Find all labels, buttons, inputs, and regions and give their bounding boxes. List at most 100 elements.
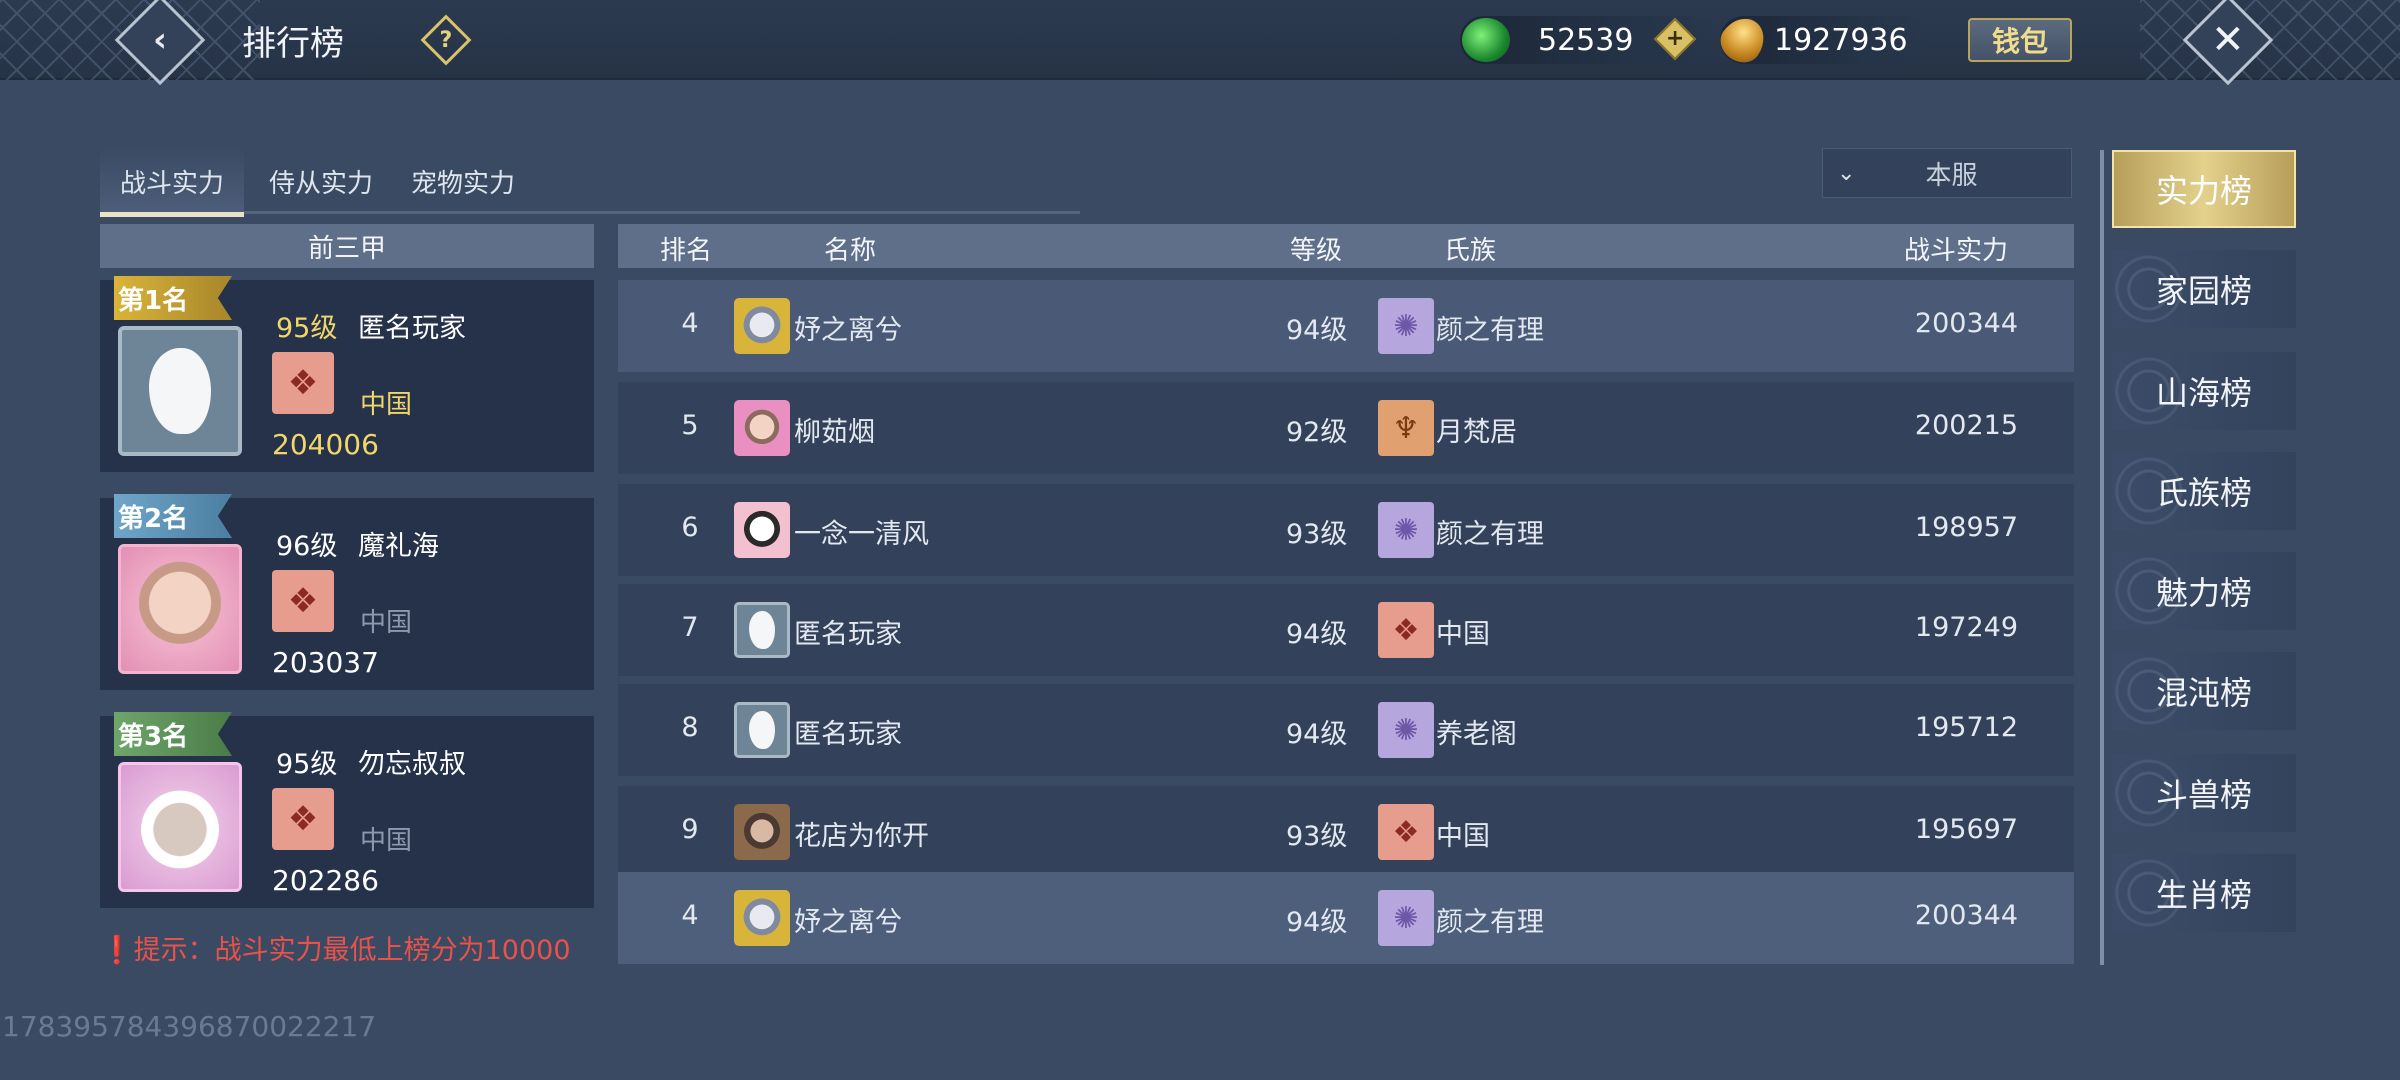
jade-icon	[1462, 18, 1510, 62]
wallet-button[interactable]: 钱包	[1968, 18, 2072, 62]
category-beast[interactable]: 斗兽榜	[2112, 754, 2296, 832]
row-clan: 月梵居	[1436, 417, 1517, 448]
table-row[interactable]: 7 匿名玩家 94级 ❖ 中国 197249	[618, 584, 2074, 676]
card-clan: 中国	[360, 826, 413, 856]
gold-ingot-icon	[1713, 9, 1773, 71]
tab-follower-power[interactable]: 侍从实力	[256, 148, 386, 214]
avatar[interactable]	[734, 400, 790, 456]
plus-icon: +	[1665, 26, 1685, 51]
avatar[interactable]	[118, 762, 242, 892]
card-level: 95级	[276, 313, 338, 344]
row-rank: 7	[681, 612, 699, 643]
server-dropdown[interactable]: ⌄ 本服	[1822, 148, 2072, 198]
clan-crest-icon: ✺	[1378, 890, 1434, 946]
avatar[interactable]	[734, 602, 790, 658]
row-power: 195712	[1914, 712, 2018, 743]
category-charm[interactable]: 魅力榜	[2112, 552, 2296, 630]
help-button[interactable]: ?	[420, 14, 472, 66]
clan-crest-icon: ❖	[272, 788, 334, 850]
self-rank-row[interactable]: 4 妤之离兮 94级 ✺ 颜之有理 200344	[618, 872, 2074, 964]
avatar[interactable]	[118, 326, 242, 456]
avatar[interactable]	[734, 890, 790, 946]
row-clan: 颜之有理	[1436, 519, 1544, 550]
row-name: 柳茹烟	[794, 417, 875, 448]
avatar[interactable]	[734, 804, 790, 860]
clan-crest-icon: ✺	[1378, 502, 1434, 558]
rank-flag: 第1名	[114, 276, 232, 320]
top-card-2[interactable]: 第2名 96级 魔礼海 ❖ 中国 203037	[100, 494, 594, 690]
card-name: 魔礼海	[358, 531, 439, 562]
clan-crest-icon: ♆	[1378, 400, 1434, 456]
row-clan: 颜之有理	[1436, 907, 1544, 938]
row-level: 94级	[1286, 619, 1348, 650]
table-row[interactable]: 9 花店为你开 93级 ❖ 中国 195697	[618, 786, 2074, 878]
row-rank: 9	[681, 814, 699, 845]
user-id-watermark: 178395784396870022217	[2, 1010, 377, 1043]
card-power: 203037	[272, 646, 379, 679]
top-bar: ‹ 排行榜 ? 52539 + 1927936 钱包 ✕	[0, 0, 2400, 86]
column-name: 名称	[824, 236, 877, 266]
row-clan: 中国	[1436, 619, 1490, 650]
category-home[interactable]: 家园榜	[2112, 250, 2296, 328]
card-level: 96级	[276, 531, 338, 562]
top-card-1[interactable]: 第1名 95级 匿名玩家 ❖ 中国 204006	[100, 276, 594, 472]
avatar[interactable]	[734, 298, 790, 354]
top-three-header: 前三甲	[100, 224, 594, 268]
row-clan: 养老阁	[1436, 719, 1517, 750]
row-level: 94级	[1286, 907, 1348, 938]
row-power: 198957	[1914, 512, 2018, 543]
chevron-down-icon: ⌄	[1837, 160, 1856, 186]
divider	[2100, 150, 2104, 965]
clan-crest-icon: ❖	[272, 352, 334, 414]
row-name: 妤之离兮	[794, 315, 902, 346]
rank-flag: 第2名	[114, 494, 232, 538]
gold-amount: 1927936	[1774, 22, 1908, 58]
row-rank: 8	[681, 712, 699, 743]
row-level: 93级	[1286, 821, 1348, 852]
table-row[interactable]: 8 匿名玩家 94级 ✺ 养老阁 195712	[618, 684, 2074, 776]
gold-currency: 1927936	[1713, 9, 1930, 71]
back-arrow-icon: ‹	[152, 19, 168, 60]
avatar[interactable]	[734, 502, 790, 558]
server-dropdown-value: 本服	[1925, 160, 1978, 191]
rank-flag: 第3名	[114, 712, 232, 756]
row-name: 匿名玩家	[794, 719, 902, 750]
clan-crest-icon: ✺	[1378, 702, 1434, 758]
row-name: 花店为你开	[794, 821, 929, 852]
row-level: 94级	[1286, 719, 1348, 750]
row-power: 195697	[1914, 814, 2018, 845]
category-chaos[interactable]: 混沌榜	[2112, 652, 2296, 730]
table-header: 排名 名称 等级 氏族 战斗实力	[618, 224, 2074, 268]
column-rank: 排名	[660, 236, 713, 266]
column-clan: 氏族	[1444, 236, 1497, 266]
category-strength[interactable]: 实力榜	[2112, 150, 2296, 228]
row-rank: 6	[681, 512, 699, 543]
card-name: 勿忘叔叔	[358, 749, 466, 780]
clan-crest-icon: ❖	[272, 570, 334, 632]
clan-crest-icon: ❖	[1378, 804, 1434, 860]
avatar[interactable]	[734, 702, 790, 758]
top-card-3[interactable]: 第3名 95级 勿忘叔叔 ❖ 中国 202286	[100, 712, 594, 908]
row-rank: 5	[681, 410, 699, 441]
page-title: 排行榜	[242, 24, 344, 64]
ranking-tip: ❗提示：战斗实力最低上榜分为10000	[100, 928, 571, 967]
silhouette-icon	[749, 611, 775, 649]
table-row[interactable]: 4 妤之离兮 94级 ✺ 颜之有理 200344	[618, 280, 2074, 372]
table-row[interactable]: 5 柳茹烟 92级 ♆ 月梵居 200215	[618, 382, 2074, 474]
row-rank: 4	[681, 308, 699, 339]
row-power: 197249	[1914, 612, 2018, 643]
category-shanhai[interactable]: 山海榜	[2112, 352, 2296, 430]
row-level: 93级	[1286, 519, 1348, 550]
table-row[interactable]: 6 一念一清风 93级 ✺ 颜之有理 198957	[618, 484, 2074, 576]
avatar[interactable]	[118, 544, 242, 674]
category-clan[interactable]: 氏族榜	[2112, 452, 2296, 530]
tab-battle-power[interactable]: 战斗实力	[100, 148, 244, 217]
category-zodiac[interactable]: 生肖榜	[2112, 854, 2296, 932]
row-clan: 中国	[1436, 821, 1490, 852]
row-name: 妤之离兮	[794, 907, 902, 938]
card-level: 95级	[276, 749, 338, 780]
silhouette-icon	[149, 348, 211, 434]
card-power: 204006	[272, 428, 379, 461]
clan-crest-icon: ✺	[1378, 298, 1434, 354]
tab-pet-power[interactable]: 宠物实力	[398, 148, 528, 214]
